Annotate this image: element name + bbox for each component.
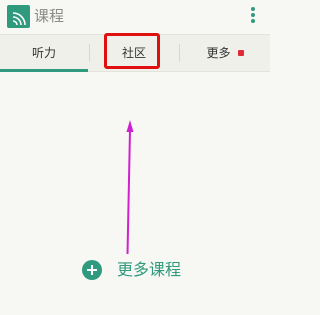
tab-more-label: 更多 (206, 46, 231, 60)
plus-circle-icon (82, 260, 102, 280)
tab-listening[interactable]: 听力 (0, 35, 88, 71)
notification-badge (237, 50, 244, 56)
app-bar: 课程 (0, 0, 270, 34)
selected-tab-indicator (0, 69, 88, 72)
tab-more[interactable]: 更多 (180, 35, 270, 71)
arrow-annotation (126, 120, 134, 255)
page-title: 课程 (34, 7, 65, 25)
highlight-box (104, 33, 160, 69)
wifi-signal-icon (7, 5, 30, 28)
more-vertical-icon[interactable] (250, 7, 256, 25)
tab-listening-label: 听力 (31, 46, 56, 60)
more-courses-label: 更多课程 (117, 260, 182, 279)
